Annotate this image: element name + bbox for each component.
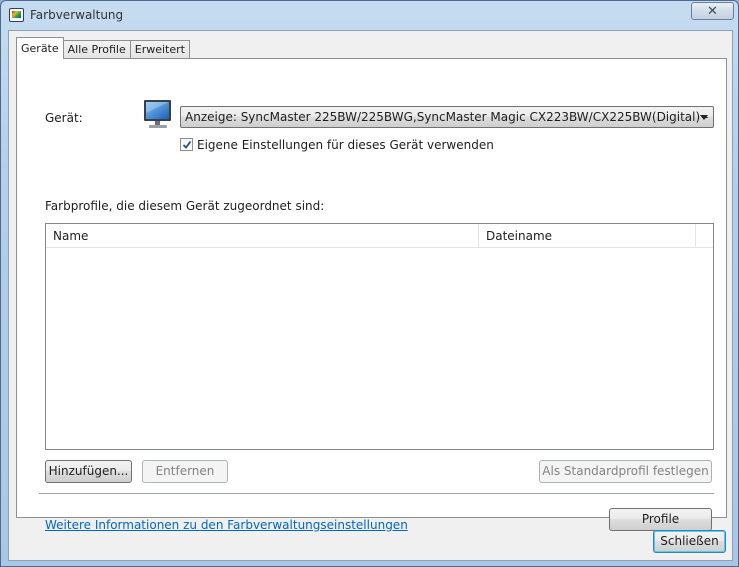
- close-icon: ✕: [707, 3, 718, 19]
- color-management-icon: [9, 8, 24, 22]
- monitor-icon: [144, 100, 171, 128]
- profiles-list-header: Name Dateiname: [46, 224, 713, 248]
- device-select-value: Anzeige: SyncMaster 225BW/225BWG,SyncMas…: [185, 110, 714, 124]
- tab-advanced[interactable]: Erweitert: [129, 40, 190, 59]
- title-bar[interactable]: Farbverwaltung ✕: [1, 1, 738, 31]
- close-dialog-button[interactable]: Schließen: [653, 530, 726, 553]
- devices-tab-panel: Gerät: Anzeige: SyncMaster 225BW/225BWG,…: [16, 58, 727, 532]
- own-settings-label[interactable]: Eigene Einstellungen für dieses Gerät ve…: [197, 138, 494, 152]
- tab-all-profiles[interactable]: Alle Profile: [62, 40, 131, 59]
- profiles-button[interactable]: Profile: [609, 508, 712, 531]
- tab-devices[interactable]: Geräte: [16, 37, 64, 59]
- own-settings-checkbox[interactable]: [180, 138, 193, 151]
- column-header-name[interactable]: Name: [46, 224, 479, 248]
- window-title: Farbverwaltung: [30, 8, 124, 22]
- profiles-heading: Farbprofile, die diesem Gerät zugeordnet…: [45, 199, 325, 213]
- dialog-client-area: Geräte Alle Profile Erweitert Gerät: Anz…: [8, 30, 733, 561]
- checkmark-icon: [182, 140, 192, 149]
- window-close-button[interactable]: ✕: [691, 2, 734, 20]
- chevron-down-icon: [700, 115, 708, 120]
- set-default-profile-button[interactable]: Als Standardprofil festlegen: [539, 460, 712, 483]
- device-label: Gerät:: [45, 111, 83, 125]
- divider: [39, 493, 714, 494]
- add-profile-button[interactable]: Hinzufügen...: [45, 460, 132, 483]
- tab-strip: Geräte Alle Profile Erweitert: [16, 37, 190, 59]
- remove-profile-button[interactable]: Entfernen: [142, 460, 228, 483]
- window-frame: Farbverwaltung ✕ Geräte Alle Profile Erw…: [0, 0, 739, 567]
- profiles-list[interactable]: Name Dateiname: [45, 223, 714, 450]
- more-info-link[interactable]: Weitere Informationen zu den Farbverwalt…: [45, 518, 408, 532]
- device-select[interactable]: Anzeige: SyncMaster 225BW/225BWG,SyncMas…: [180, 106, 714, 128]
- column-header-filename[interactable]: Dateiname: [479, 224, 696, 248]
